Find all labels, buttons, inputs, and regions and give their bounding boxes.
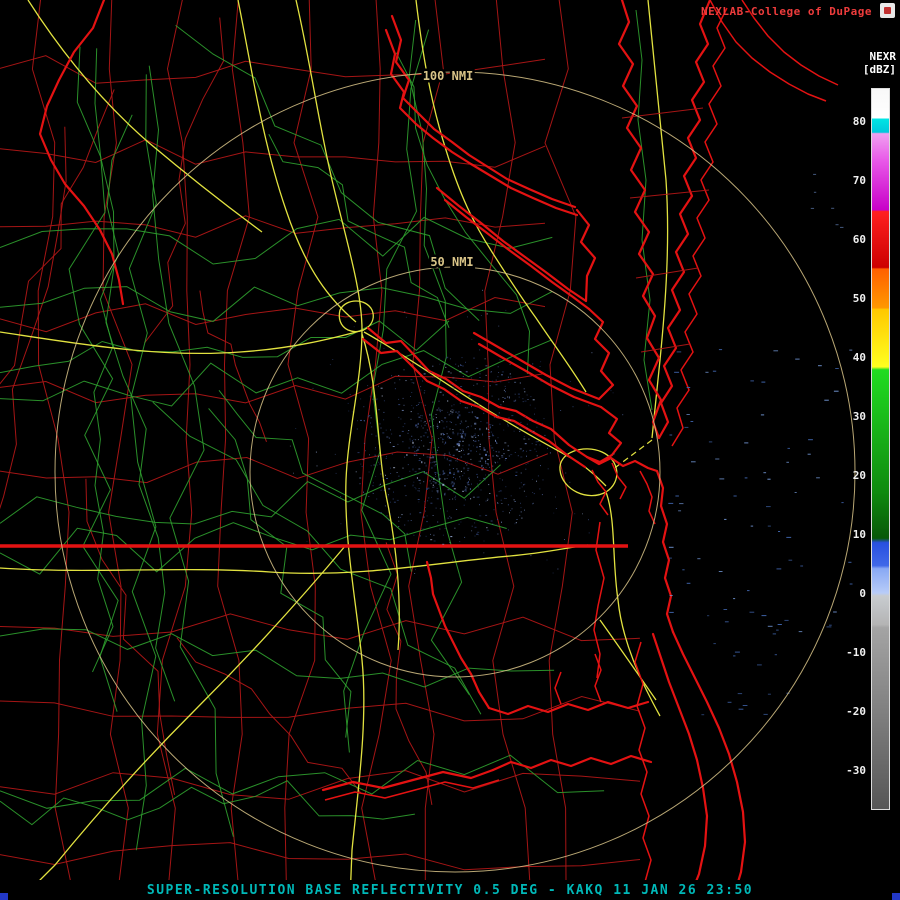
colorbar-title: NEXR [dBZ] xyxy=(863,50,896,76)
map-corner-mark-right xyxy=(892,893,900,900)
radar-map: 50 NMI 100 NMI xyxy=(0,0,900,900)
product-title-text: SUPER-RESOLUTION BASE REFLECTIVITY 0.5 D… xyxy=(147,883,753,898)
colorbar-title-product: NEXR xyxy=(863,50,896,63)
reflectivity-colorbar xyxy=(871,88,890,810)
brand-text: NEXLAB-College of DuPage xyxy=(701,5,872,18)
radar-display: 50 NMI 100 NMI NEXLAB-College of DuPage … xyxy=(0,0,900,900)
colorbar-title-units: [dBZ] xyxy=(863,63,896,76)
county-boundary-lines xyxy=(0,0,640,882)
product-title-bar: SUPER-RESOLUTION BASE REFLECTIVITY 0.5 D… xyxy=(0,880,900,900)
map-corner-mark-left xyxy=(0,893,8,900)
brand-logo-icon xyxy=(880,3,895,18)
range-ring-label-50nmi: 50 NMI xyxy=(430,255,473,269)
radar-echoes xyxy=(290,174,853,715)
range-ring-label-100nmi: 100 NMI xyxy=(423,69,474,83)
